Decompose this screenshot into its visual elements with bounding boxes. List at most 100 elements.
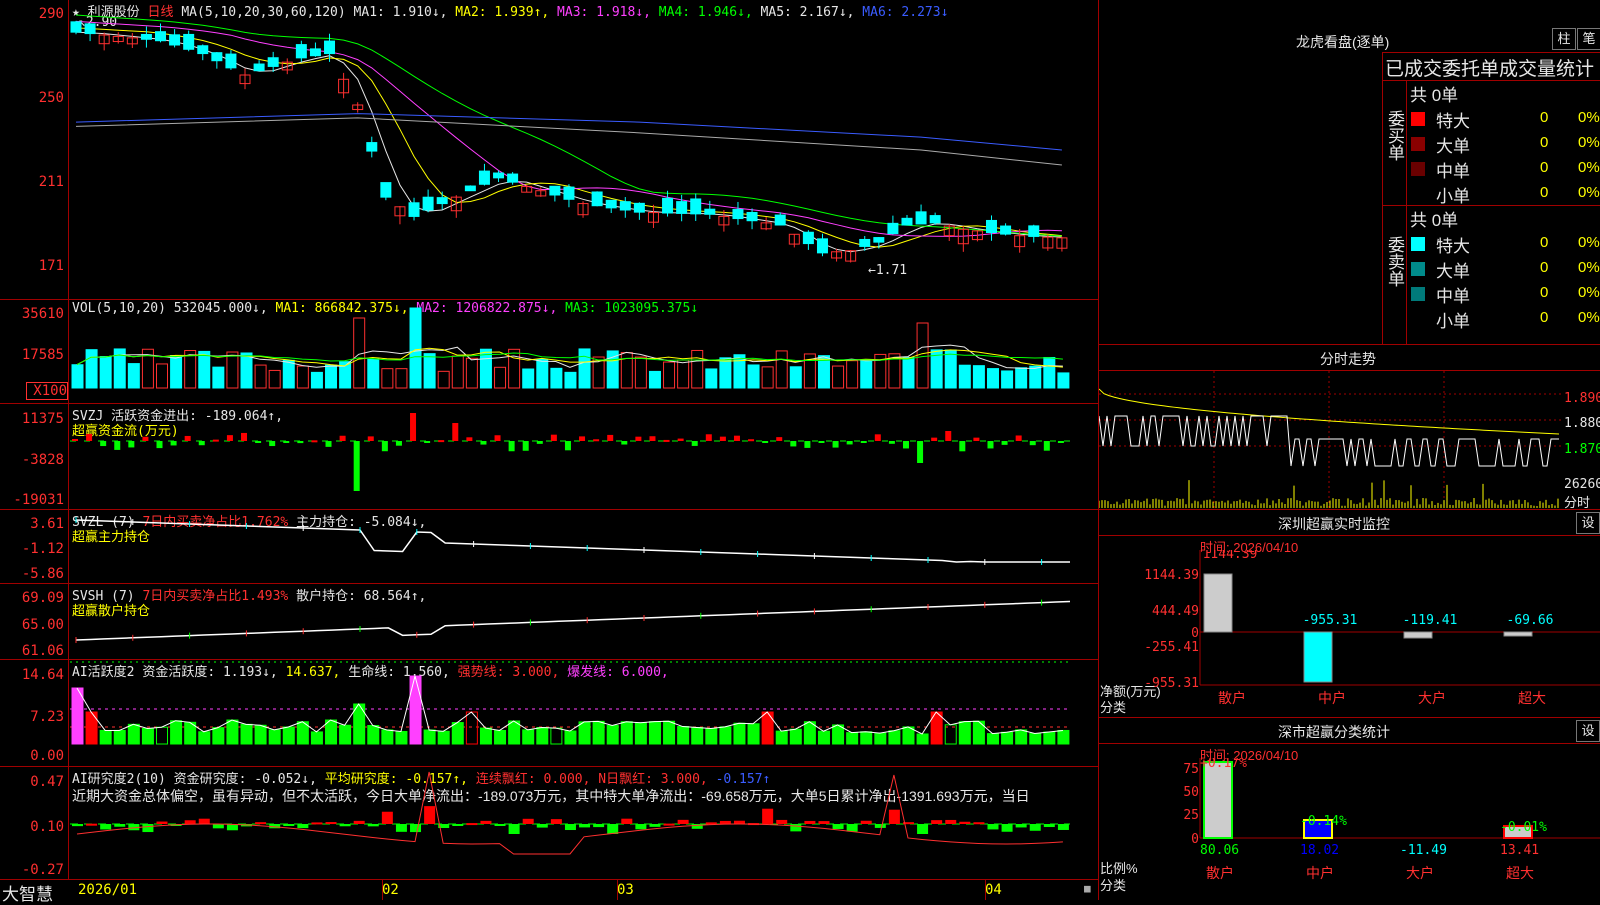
flow-bar — [804, 441, 811, 448]
activity-bar — [170, 720, 183, 745]
category-label: 超大 — [1506, 865, 1534, 881]
date-tick: 02 — [382, 882, 399, 898]
activity-bar — [705, 728, 718, 745]
research-bar — [860, 820, 872, 824]
research-bar — [1057, 824, 1069, 830]
volume-bar — [268, 369, 281, 389]
flow-bar — [874, 434, 881, 441]
price-axis-label: 290 — [38, 6, 64, 22]
volume-bar — [381, 368, 394, 389]
activity-bar — [85, 711, 98, 745]
svsh-axis-label: 61.06 — [21, 643, 64, 659]
flow-bar — [959, 441, 966, 452]
flow-bar — [945, 431, 952, 441]
divider — [1098, 535, 1600, 536]
activity-bar — [1057, 729, 1070, 745]
flow-bar — [987, 441, 994, 449]
ratio-axis-label: 50 — [1183, 785, 1199, 800]
ma5-line — [75, 31, 1062, 253]
research-bar — [846, 824, 858, 832]
activity-bar — [395, 730, 408, 745]
monitor-cat-label: 分类 — [1100, 700, 1127, 715]
date-tick-mark — [985, 879, 986, 900]
volume-bar — [310, 371, 323, 389]
buy-total: 共 0单 — [1410, 86, 1459, 105]
ratio-value-label: 13.41 — [1500, 843, 1539, 858]
price-axis-label: 171 — [38, 258, 64, 274]
flow-bar — [170, 441, 177, 446]
ai-research-chart[interactable] — [70, 767, 1098, 879]
flow-bar — [536, 441, 543, 444]
svzj-chart[interactable] — [70, 404, 1098, 509]
volume-bar — [240, 352, 253, 389]
research-bar — [1015, 824, 1027, 828]
pen-mode-button[interactable]: 笔 — [1577, 28, 1600, 50]
ratio-value-label: 80.06 — [1200, 843, 1239, 858]
flow-bar — [381, 441, 388, 452]
flow-bar — [339, 435, 346, 441]
research-bar — [353, 820, 365, 824]
flow-bar — [1001, 441, 1008, 445]
flow-bar — [410, 413, 417, 441]
monitor-settings-button[interactable]: 设 — [1576, 512, 1600, 534]
ai1-axis-label: 0.00 — [30, 748, 64, 764]
activity-bar — [508, 720, 521, 745]
volume-bar — [663, 361, 676, 389]
volume-bar — [916, 322, 929, 389]
order-size-label: 特大 — [1436, 237, 1470, 256]
candlestick-chart[interactable] — [70, 0, 1098, 299]
classify-settings-button[interactable]: 设 — [1576, 720, 1600, 742]
category-label: 中户 — [1318, 690, 1346, 706]
net-amount-chart[interactable]: 1144.39444.490-255.41-955.311144.39-955.… — [1099, 550, 1600, 718]
candle-body — [464, 185, 476, 192]
activity-bar — [522, 729, 535, 745]
ai2-axis-label: 0.47 — [30, 774, 64, 790]
flow-bar — [212, 439, 219, 442]
volume-bar — [747, 364, 760, 389]
order-size-label: 大单 — [1436, 262, 1470, 281]
order-pct: 0% — [1578, 109, 1600, 126]
intraday-title: 分时走势 — [1320, 351, 1376, 367]
research-bar — [494, 824, 506, 826]
volume-chart[interactable] — [70, 300, 1098, 403]
candle-body — [295, 44, 307, 59]
candle-body — [267, 57, 279, 67]
date-tick-mark — [382, 879, 383, 900]
volume-bar — [648, 370, 661, 389]
activity-bar — [268, 729, 281, 745]
candle-body — [253, 63, 265, 72]
lock-icon[interactable]: ■ — [1084, 882, 1091, 895]
candle-body — [155, 31, 167, 42]
flow-bar — [522, 441, 529, 451]
order-size-swatch — [1411, 112, 1425, 126]
research-bar — [959, 821, 971, 824]
candle-body — [408, 202, 420, 217]
intraday-chart[interactable] — [1099, 371, 1561, 508]
svzl-chart[interactable] — [70, 510, 1098, 583]
research-line — [76, 771, 1063, 855]
candle-body — [309, 48, 321, 57]
volume-bar — [789, 366, 802, 389]
candle-body — [507, 173, 519, 183]
volume-bar — [1001, 370, 1014, 389]
activity-bar — [986, 733, 999, 745]
volume-bar — [282, 359, 295, 389]
research-bar — [663, 823, 675, 826]
category-label: 中户 — [1306, 865, 1334, 881]
date-tick: 03 — [617, 882, 634, 898]
candle-body — [1028, 225, 1040, 237]
flow-bar — [1043, 441, 1050, 451]
candle-body — [183, 33, 195, 50]
candle-body — [732, 209, 744, 220]
activity-bar — [198, 731, 211, 745]
flow-bar — [311, 440, 318, 443]
ai-activity-chart[interactable] — [70, 660, 1098, 766]
candle-body — [901, 217, 913, 226]
ratio-chart[interactable]: 75 50 25 0 +0.17% -0.14% -0.01% 80.06 18.02 -11.4… — [1099, 758, 1600, 900]
research-bar — [255, 822, 267, 825]
net-value-label: -955.31 — [1303, 613, 1358, 628]
bar-mode-button[interactable]: 柱 — [1552, 28, 1576, 50]
svsh-chart[interactable] — [70, 584, 1098, 659]
activity-bar — [423, 729, 436, 745]
svzl-axis-label: 3.61 — [30, 516, 64, 532]
